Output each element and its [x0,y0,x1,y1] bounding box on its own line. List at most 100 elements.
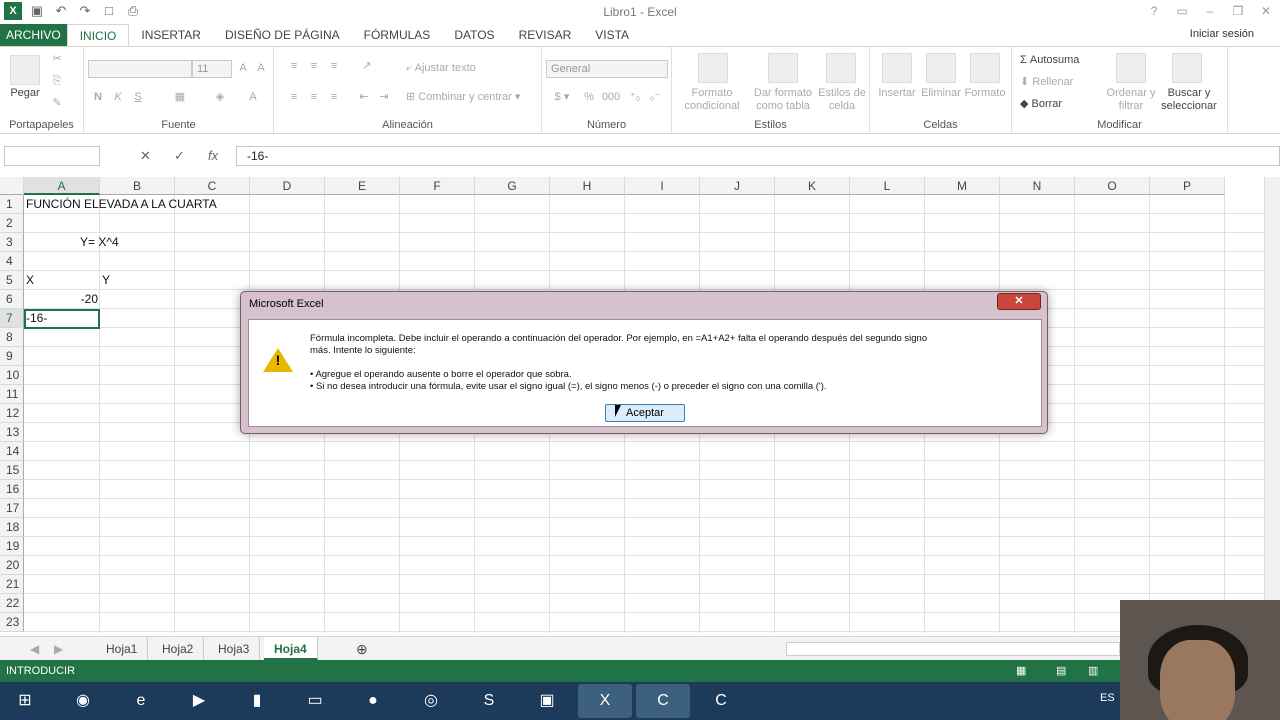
camtasia-studio-icon[interactable]: C [694,684,748,718]
add-sheet-icon[interactable]: ⊕ [346,637,378,661]
borders-icon[interactable]: ▦ [172,91,188,104]
winrar-icon[interactable]: ▮ [230,684,284,718]
number-format-select[interactable]: General [546,60,668,78]
select-all-corner[interactable] [0,177,24,195]
cut-icon[interactable]: ✂ [50,53,64,66]
file-explorer-icon[interactable]: ▭ [288,684,342,718]
tab-revisar[interactable]: REVISAR [507,24,584,46]
align-left-icon[interactable]: ≡ [286,91,302,104]
row-header-8[interactable]: 8 [0,328,24,347]
delete-cells-button[interactable]: Eliminar [916,87,966,100]
row-header-1[interactable]: 1 [0,195,24,214]
cell-styles-button[interactable]: Estilos de celda [816,87,868,113]
grow-font-icon[interactable]: A [236,62,250,75]
sheet-tab-hoja1[interactable]: Hoja1 [96,637,149,661]
sort-filter-button[interactable]: Ordenar y filtrar [1106,87,1156,113]
column-header-m[interactable]: M [925,177,1000,195]
sheet-tab-hoja4[interactable]: Hoja4 [264,637,318,661]
horizontal-scrollbar[interactable] [786,642,1120,656]
column-header-k[interactable]: K [775,177,850,195]
row-header-19[interactable]: 19 [0,537,24,556]
italic-icon[interactable]: K [112,91,124,104]
conditional-format-icon[interactable] [698,53,728,83]
comma-style-icon[interactable]: 000 [600,91,622,104]
minimize-icon[interactable]: – [1196,0,1224,22]
autosum-button[interactable]: Σ Autosuma [1020,54,1104,67]
percent-icon[interactable]: % [582,91,596,104]
font-name-select[interactable] [88,60,192,78]
column-header-o[interactable]: O [1075,177,1150,195]
cell-a6[interactable]: -20 [24,290,98,309]
language-indicator[interactable]: ES [1100,692,1115,704]
sheet-tab-hoja2[interactable]: Hoja2 [152,637,205,661]
row-header-20[interactable]: 20 [0,556,24,575]
row-header-12[interactable]: 12 [0,404,24,423]
picture-viewer-icon[interactable]: ▣ [520,684,574,718]
column-header-c[interactable]: C [175,177,250,195]
insert-cells-icon[interactable] [882,53,912,83]
currency-icon[interactable]: $ ▾ [550,91,574,104]
cell-a1[interactable]: FUNCIÓN ELEVADA A LA CUARTA [26,195,217,214]
align-bottom-icon[interactable]: ≡ [326,60,342,73]
row-header-15[interactable]: 15 [0,461,24,480]
row-header-18[interactable]: 18 [0,518,24,537]
column-header-i[interactable]: I [625,177,700,195]
column-header-d[interactable]: D [250,177,325,195]
decrease-decimal-icon[interactable]: ₀⁻ [646,91,664,104]
cancel-icon[interactable]: ✕ [140,148,151,164]
sign-in-link[interactable]: Iniciar sesión [1190,28,1254,40]
find-select-button[interactable]: Buscar y seleccionar [1154,87,1224,113]
row-header-4[interactable]: 4 [0,252,24,271]
insert-cells-button[interactable]: Insertar [872,87,922,100]
wrap-text-button[interactable]: ⤶ Ajustar texto [406,62,496,75]
sort-filter-icon[interactable] [1116,53,1146,83]
paste-button[interactable]: Pegar [4,87,46,100]
name-box[interactable] [4,146,100,166]
dialog-close-button[interactable]: ✕ [997,293,1041,310]
orientation-icon[interactable]: ↗ [358,60,376,73]
format-table-icon[interactable] [768,53,798,83]
merge-center-button[interactable]: ⊞ Combinar y centrar ▾ [406,91,536,104]
row-header-9[interactable]: 9 [0,347,24,366]
column-header-b[interactable]: B [100,177,175,195]
cell-a3[interactable]: Y= X^4 [80,233,119,252]
font-size-select[interactable]: 11 [192,60,232,78]
cell-b5[interactable]: Y [102,271,110,290]
normal-view-icon[interactable]: ▦ [1016,660,1026,682]
skype-icon[interactable]: S [462,684,516,718]
start-button-icon[interactable]: ⊞ [0,684,50,718]
column-header-g[interactable]: G [475,177,550,195]
excel-taskbar-icon[interactable]: X [578,684,632,718]
page-break-icon[interactable]: ▥ [1088,660,1098,682]
row-header-17[interactable]: 17 [0,499,24,518]
column-header-l[interactable]: L [850,177,925,195]
fill-color-icon[interactable]: ◈ [212,91,228,104]
camtasia-recorder-icon[interactable]: C [636,684,690,718]
row-header-21[interactable]: 21 [0,575,24,594]
firefox-icon[interactable]: ◉ [56,684,110,718]
column-header-n[interactable]: N [1000,177,1075,195]
copy-icon[interactable]: ⎘ [50,75,64,88]
row-header-2[interactable]: 2 [0,214,24,233]
formula-input[interactable]: -16- [236,146,1280,166]
row-header-5[interactable]: 5 [0,271,24,290]
row-header-22[interactable]: 22 [0,594,24,613]
internet-explorer-icon[interactable]: e [114,684,168,718]
close-window-icon[interactable]: ✕ [1252,0,1280,22]
tab-inicio[interactable]: INICIO [66,24,130,46]
tab-formulas[interactable]: FÓRMULAS [352,24,443,46]
tab-insertar[interactable]: INSERTAR [129,24,213,46]
media-player-icon[interactable]: ▶ [172,684,226,718]
column-header-j[interactable]: J [700,177,775,195]
column-header-p[interactable]: P [1150,177,1225,195]
column-header-e[interactable]: E [325,177,400,195]
cell-a5[interactable]: X [26,271,34,290]
bold-icon[interactable]: N [92,91,104,104]
align-middle-icon[interactable]: ≡ [306,60,322,73]
tab-vista[interactable]: VISTA [583,24,641,46]
row-header-13[interactable]: 13 [0,423,24,442]
vertical-scrollbar[interactable] [1264,177,1280,633]
align-right-icon[interactable]: ≡ [326,91,342,104]
decrease-indent-icon[interactable]: ⇤ [356,91,372,104]
row-header-7[interactable]: 7 [0,309,24,328]
